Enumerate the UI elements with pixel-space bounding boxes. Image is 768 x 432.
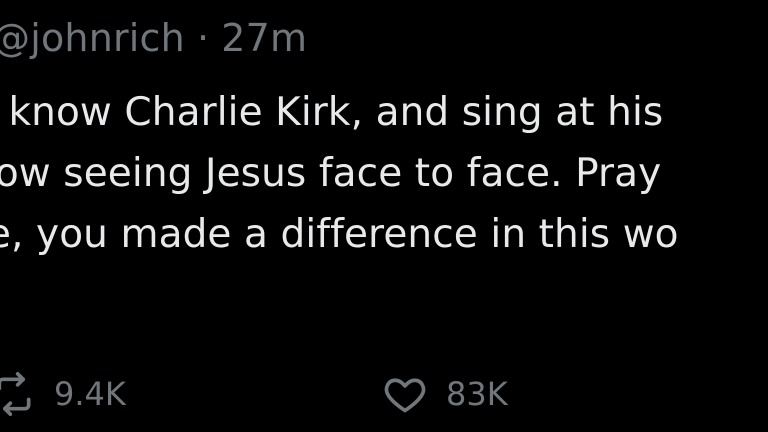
author-handle[interactable]: @johnrich	[0, 16, 185, 60]
repost-icon	[0, 372, 36, 416]
tweet-line: ie, you made a difference in this wo	[0, 212, 679, 257]
tweet-line: o know Charlie Kirk, and sing at his	[0, 90, 664, 135]
tweet-actions: 9.4K 83K	[0, 372, 768, 432]
tweet-header: @johnrich · 27m	[0, 8, 307, 68]
tweet-text: o know Charlie Kirk, and sing at his now…	[0, 82, 679, 265]
tweet-line: now seeing Jesus face to face. Pray	[0, 151, 662, 196]
like-count: 83K	[446, 375, 508, 413]
heart-icon	[382, 372, 428, 416]
timestamp[interactable]: 27m	[221, 16, 307, 60]
repost-count: 9.4K	[54, 375, 126, 413]
like-button[interactable]: 83K	[382, 372, 508, 416]
meta-separator: ·	[196, 16, 210, 60]
repost-button[interactable]: 9.4K	[0, 372, 126, 416]
